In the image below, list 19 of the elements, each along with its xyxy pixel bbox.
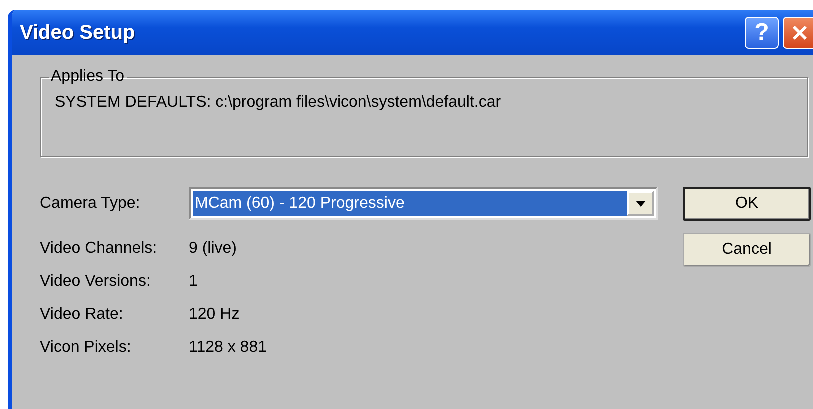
info-label: Video Channels: [40,238,158,258]
info-label: Video Rate: [40,304,124,324]
info-label: Vicon Pixels: [40,338,132,358]
applies-to-text: SYSTEM DEFAULTS: c:\program files\vicon\system\default.car [55,93,502,113]
info-value: 9 (live) [189,238,238,258]
window-title: Video Setup [20,20,136,46]
dialog-button[interactable]: Cancel [683,233,811,267]
caret-icon [636,200,646,206]
info-value: 1128 x 881 [189,338,267,358]
dropdown-arrow-button[interactable] [627,191,654,216]
info-value: 120 Hz [189,304,240,324]
group-title: Applies To [50,69,126,85]
camera-type-dropdown[interactable]: MCam (60) - 120 Progressive [189,187,658,220]
camera-type-label: Camera Type: [40,194,142,214]
dialog-button[interactable]: OK [683,187,811,221]
close-button[interactable] [783,16,813,48]
info-value: 1 [189,272,198,292]
info-label: Video Versions: [40,272,152,292]
close-icon [791,24,809,42]
